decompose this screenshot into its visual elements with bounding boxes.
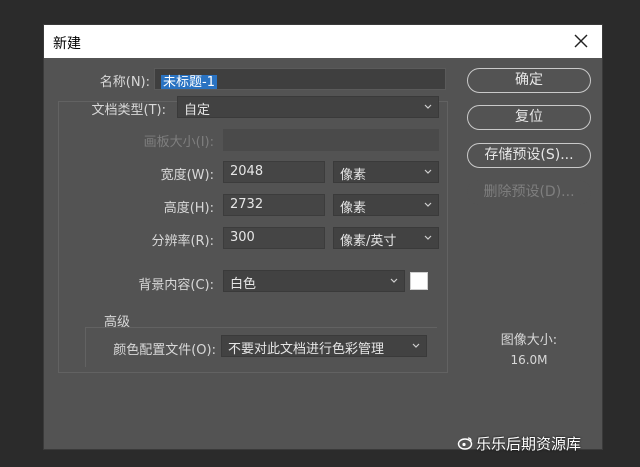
watermark-icon bbox=[457, 437, 473, 450]
height-input[interactable]: 2732 bbox=[223, 194, 325, 216]
title-bar: 新建 bbox=[44, 25, 602, 58]
reset-button[interactable]: 复位 bbox=[467, 105, 591, 130]
name-input[interactable]: 未标题-1 bbox=[154, 68, 446, 90]
color-profile-label: 颜色配置文件(O): bbox=[113, 343, 216, 358]
background-select[interactable]: 白色 bbox=[223, 270, 405, 292]
chevron-down-icon bbox=[424, 235, 432, 240]
save-preset-button[interactable]: 存储预设(S)... bbox=[467, 143, 591, 168]
resolution-label: 分辨率(R): bbox=[151, 234, 214, 249]
name-value: 未标题-1 bbox=[161, 75, 217, 90]
doc-type-value: 自定 bbox=[184, 103, 211, 118]
width-label: 宽度(W): bbox=[160, 168, 214, 183]
dialog-title: 新建 bbox=[53, 36, 81, 52]
watermark-text: 乐乐后期资源库 bbox=[476, 435, 582, 453]
image-size-value: 16.0M bbox=[510, 353, 548, 367]
resolution-value: 300 bbox=[230, 230, 255, 245]
background-color-swatch[interactable] bbox=[410, 272, 428, 290]
width-unit-value: 像素 bbox=[340, 168, 367, 183]
height-unit-value: 像素 bbox=[340, 201, 367, 216]
resolution-unit-value: 像素/英寸 bbox=[340, 234, 397, 249]
new-document-dialog: 新建 名称(N): 未标题-1 文档类型(T): 自定 画板大小(I): 宽度(… bbox=[43, 24, 603, 450]
chevron-down-icon bbox=[412, 343, 420, 348]
ok-button[interactable]: 确定 bbox=[467, 68, 591, 93]
canvas-size-label: 画板大小(I): bbox=[143, 135, 214, 150]
width-unit-select[interactable]: 像素 bbox=[333, 161, 439, 183]
resolution-input[interactable]: 300 bbox=[223, 227, 325, 249]
height-label: 高度(H): bbox=[163, 201, 214, 216]
chevron-down-icon bbox=[424, 169, 432, 174]
doc-type-select[interactable]: 自定 bbox=[177, 96, 439, 118]
resolution-unit-select[interactable]: 像素/英寸 bbox=[333, 227, 439, 249]
chevron-down-icon bbox=[390, 278, 398, 283]
height-value: 2732 bbox=[230, 197, 264, 212]
doc-type-label: 文档类型(T): bbox=[91, 103, 166, 118]
width-input[interactable]: 2048 bbox=[223, 161, 325, 183]
chevron-down-icon bbox=[424, 104, 432, 109]
image-size-label: 图像大小: bbox=[500, 333, 558, 348]
color-profile-select[interactable]: 不要对此文档进行色彩管理 bbox=[221, 335, 427, 357]
width-value: 2048 bbox=[230, 164, 264, 179]
canvas-size-select[interactable] bbox=[223, 129, 439, 151]
delete-preset-button[interactable]: 删除预设(D)... bbox=[467, 180, 591, 205]
chevron-down-icon bbox=[424, 202, 432, 207]
height-unit-select[interactable]: 像素 bbox=[333, 194, 439, 216]
close-icon[interactable] bbox=[570, 30, 592, 52]
background-label: 背景内容(C): bbox=[138, 278, 214, 293]
background-value: 白色 bbox=[230, 277, 257, 292]
color-profile-value: 不要对此文档进行色彩管理 bbox=[228, 342, 385, 357]
name-label: 名称(N): bbox=[99, 75, 150, 90]
